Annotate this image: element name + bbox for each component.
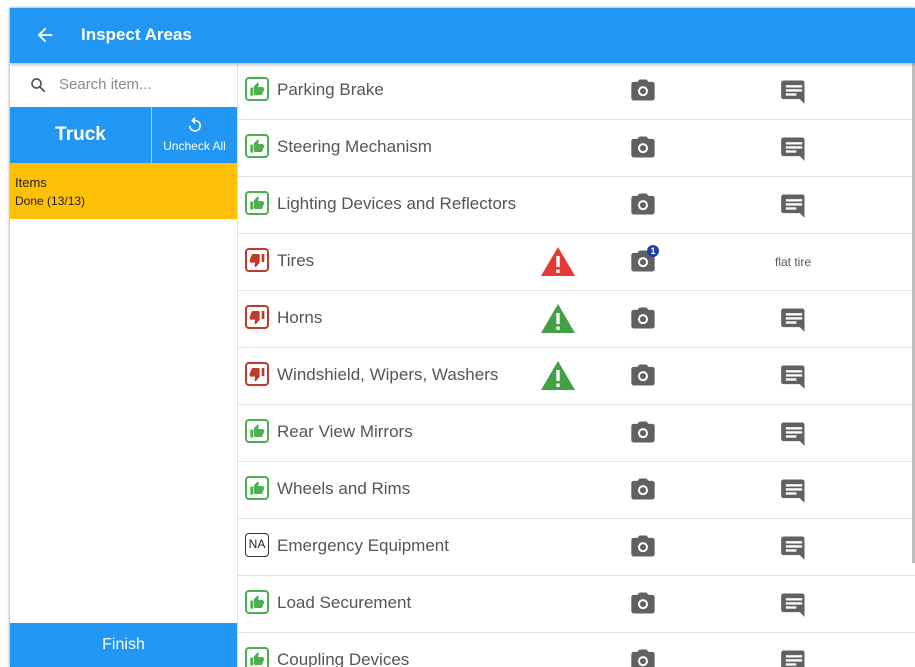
list-item[interactable]: Parking Brake (238, 63, 915, 120)
item-name: Windshield, Wipers, Washers (277, 365, 499, 384)
list-item[interactable]: Coupling Devices (238, 633, 915, 667)
warning-icon[interactable] (540, 303, 576, 334)
inspection-list: Parking Brake Steering Mechanism Lighting … (238, 63, 915, 667)
page-title: Inspect Areas (81, 25, 192, 44)
item-name: Steering Mechanism (277, 137, 432, 156)
reset-icon (189, 116, 201, 132)
thumbs-down-icon[interactable] (245, 362, 269, 386)
list-item[interactable]: Horns (238, 291, 915, 348)
list-item[interactable]: Load Securement (238, 576, 915, 633)
comment-icon[interactable] (780, 305, 808, 332)
finish-button[interactable]: Finish (10, 623, 237, 667)
uncheck-all-button[interactable]: Uncheck All (152, 107, 237, 163)
camera-icon[interactable] (629, 76, 657, 102)
list-item[interactable]: Lighting Devices and Reflectors (238, 177, 915, 234)
camera-icon[interactable] (629, 646, 657, 667)
camera-icon[interactable] (629, 532, 657, 558)
comment-icon[interactable] (780, 647, 808, 667)
camera-icon[interactable] (629, 190, 657, 216)
list-item[interactable]: Wheels and Rims (238, 462, 915, 519)
thumbs-up-icon[interactable] (245, 134, 269, 158)
camera-icon[interactable] (629, 418, 657, 444)
uncheck-all-label: Uncheck All (163, 139, 226, 153)
item-name: Tires (277, 251, 315, 270)
item-name: Emergency Equipment (277, 536, 449, 555)
items-status: Done (13/13) (15, 194, 86, 208)
thumbs-up-icon[interactable] (245, 419, 269, 443)
item-name: Lighting Devices and Reflectors (277, 194, 517, 213)
comment-icon[interactable] (780, 77, 808, 104)
comment-icon[interactable] (780, 191, 808, 218)
warning-icon[interactable] (540, 360, 576, 391)
comment-icon[interactable] (780, 533, 808, 560)
item-name: Coupling Devices (277, 650, 410, 667)
comment-icon[interactable] (780, 362, 808, 389)
app-bar: Inspect Areas (10, 8, 915, 63)
search-placeholder: Search item... (59, 76, 152, 93)
item-name: Wheels and Rims (277, 479, 411, 498)
thumbs-up-icon[interactable] (245, 77, 269, 101)
item-name: Horns (277, 308, 323, 327)
tabs: Truck Uncheck All (10, 107, 237, 163)
na-icon[interactable]: NA (245, 533, 269, 557)
thumbs-up-icon[interactable] (245, 476, 269, 500)
comment-icon[interactable] (780, 476, 808, 503)
app-window: Inspect Areas Search item... Truck Unche… (10, 8, 915, 667)
camera-icon[interactable] (629, 589, 657, 615)
items-label: Items (15, 175, 47, 190)
item-name: Rear View Mirrors (277, 422, 413, 441)
search-input[interactable]: Search item... (10, 63, 237, 107)
photo-count-badge: 1 (647, 245, 659, 257)
list-item[interactable]: Windshield, Wipers, Washers (238, 348, 915, 405)
thumbs-up-icon[interactable] (245, 191, 269, 215)
items-category[interactable]: Items Done (13/13) (10, 163, 237, 219)
thumbs-down-icon[interactable] (245, 305, 269, 329)
thumbs-down-icon[interactable] (245, 248, 269, 272)
sidebar: Search item... Truck Uncheck All Items D… (10, 63, 238, 667)
comment-text[interactable]: flat tire (775, 255, 811, 269)
thumbs-up-icon[interactable] (245, 590, 269, 614)
comment-icon[interactable] (780, 134, 808, 161)
thumbs-up-icon[interactable] (245, 647, 269, 667)
camera-icon[interactable] (629, 361, 657, 387)
list-item[interactable]: Tires 1 flat tire (238, 234, 915, 291)
list-item[interactable]: Rear View Mirrors (238, 405, 915, 462)
camera-icon[interactable] (629, 133, 657, 159)
tab-truck[interactable]: Truck (10, 107, 152, 163)
item-name: Parking Brake (277, 80, 384, 99)
comment-icon[interactable] (780, 590, 808, 617)
list-item[interactable]: NA Emergency Equipment (238, 519, 915, 576)
warning-icon[interactable] (540, 246, 576, 277)
list-item[interactable]: Steering Mechanism (238, 120, 915, 177)
camera-icon[interactable] (629, 304, 657, 330)
search-icon (31, 78, 46, 93)
na-label: NA (248, 537, 266, 551)
back-arrow-icon[interactable] (34, 24, 56, 46)
comment-icon[interactable] (780, 419, 808, 446)
camera-icon[interactable] (629, 475, 657, 501)
item-name: Load Securement (277, 593, 412, 612)
